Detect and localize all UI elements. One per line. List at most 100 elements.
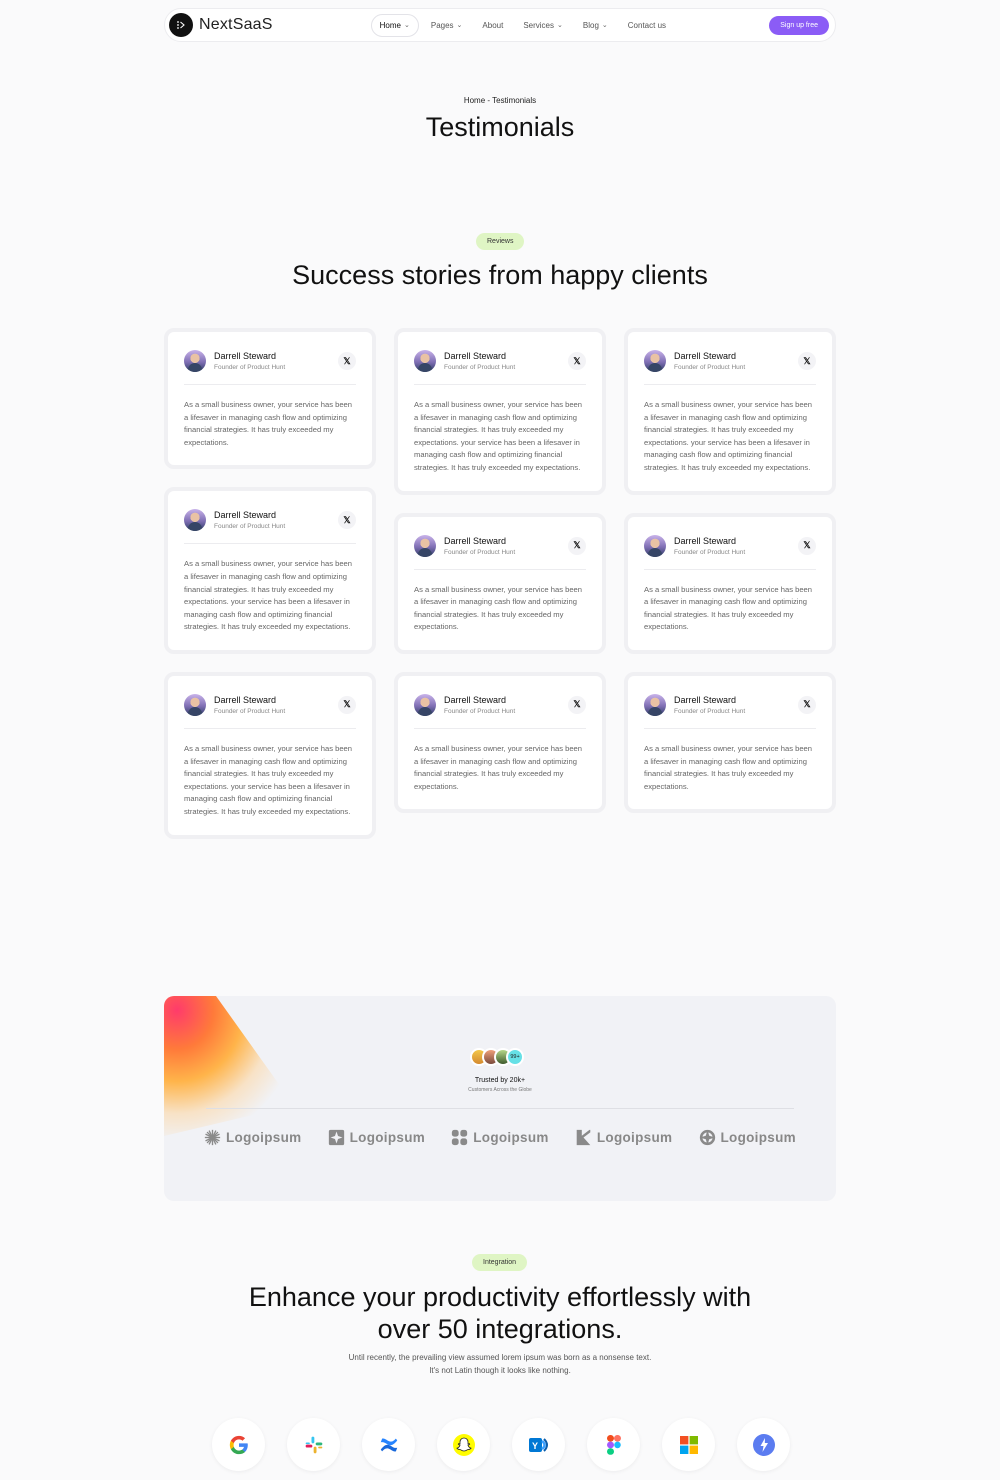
confluence-icon[interactable]	[362, 1418, 415, 1471]
brand-logo[interactable]: NextSaaS	[169, 13, 273, 37]
avatar	[644, 350, 666, 372]
reviews-badge: Reviews	[476, 233, 525, 250]
chevron-down-icon: ⌄	[456, 22, 463, 29]
trusted-title: Trusted by 20k+	[474, 1077, 526, 1084]
x-icon[interactable]: 𝕏	[798, 695, 816, 714]
testimonial-card: Darrell Steward Founder of Product Hunt …	[164, 671, 376, 839]
testimonial-text: As a small business owner, your service …	[184, 559, 352, 632]
nav-item-label: About	[482, 20, 504, 30]
yammer-icon[interactable]: Y	[512, 1418, 565, 1471]
card-header: Darrell Steward Founder of Product Hunt …	[184, 509, 356, 545]
reviewer-info: Darrell Steward Founder of Product Hunt	[214, 695, 330, 715]
snapchat-icon[interactable]	[437, 1418, 490, 1471]
testimonial-text: As a small business owner, your service …	[184, 743, 352, 816]
testimonial-text: As a small business owner, your service …	[184, 400, 352, 447]
customer-avatars: 99+	[470, 1048, 524, 1066]
testimonial-card: Darrell Steward Founder of Product Hunt …	[624, 671, 836, 814]
reviewer-info: Darrell Steward Founder of Product Hunt	[674, 695, 790, 715]
testimonial-card: Darrell Steward Founder of Product Hunt …	[624, 512, 836, 654]
sign-up-button[interactable]: Sign up free	[769, 15, 829, 35]
card-header: Darrell Steward Founder of Product Hunt …	[644, 350, 816, 385]
google-icon[interactable]	[212, 1418, 265, 1471]
nav-item-label: Contact us	[627, 20, 667, 30]
integration-title: Enhance your productivity effortlessly w…	[0, 1281, 1000, 1345]
reviewer-name: Darrell Steward	[444, 694, 507, 705]
reviewer-role: Founder of Product Hunt	[444, 548, 516, 556]
nav-item-home[interactable]: Home ⌄	[370, 13, 419, 37]
partner-logo-label: Logoipsum	[596, 1130, 673, 1145]
chevron-down-icon: ⌄	[557, 22, 563, 29]
avatar	[414, 534, 436, 557]
reviewer-info: Darrell Steward Founder of Product Hunt	[214, 351, 330, 371]
testimonial-card: Darrell Steward Founder of Product Hunt …	[394, 328, 606, 495]
slack-icon[interactable]	[287, 1418, 340, 1471]
reviewer-role: Founder of Product Hunt	[674, 707, 746, 715]
microsoft-icon[interactable]	[662, 1418, 715, 1471]
integration-subtitle-line-1: Until recently, the prevailing view assu…	[348, 1353, 652, 1362]
reviews-column-2: Darrell Steward Founder of Product Hunt …	[394, 328, 606, 814]
reviewer-role: Founder of Product Hunt	[214, 523, 286, 531]
breadcrumb: Home - Testimonials	[463, 96, 537, 105]
nav-item-blog[interactable]: Blog ⌄	[575, 15, 616, 36]
card-header: Darrell Steward Founder of Product Hunt …	[184, 350, 356, 385]
svg-text:Y: Y	[532, 1441, 538, 1451]
chevron-down-icon: ⌄	[403, 22, 410, 29]
avatar	[184, 350, 206, 372]
avatar	[184, 693, 206, 716]
top-navbar: NextSaaS Home ⌄ Pages ⌄ About Services ⌄ Bl…	[164, 8, 836, 42]
gradient-decoration	[164, 996, 294, 1136]
reviewer-name: Darrell Steward	[214, 510, 277, 521]
ftp-icon[interactable]	[737, 1418, 790, 1471]
nav-item-about[interactable]: About	[474, 15, 511, 36]
x-icon[interactable]: 𝕏	[338, 695, 356, 714]
partner-logo-2: Logoipsum	[328, 1129, 425, 1146]
testimonial-card: Darrell Steward Founder of Product Hunt …	[164, 487, 376, 654]
testimonial-card: Darrell Steward Founder of Product Hunt …	[624, 328, 836, 495]
integration-title-line-1: Enhance your productivity effortlessly w…	[248, 1282, 752, 1312]
reviews-column-3: Darrell Steward Founder of Product Hunt …	[624, 328, 836, 814]
reviewer-role: Founder of Product Hunt	[214, 707, 286, 715]
avatar	[184, 509, 206, 532]
reviewer-name: Darrell Steward	[214, 694, 277, 705]
avatar	[644, 534, 666, 557]
partner-logo-label: Logoipsum	[473, 1130, 549, 1145]
partner-logo-label: Logoipsum	[349, 1130, 426, 1145]
nav-item-pages[interactable]: Pages ⌄	[423, 15, 471, 36]
testimonial-text: As a small business owner, your service …	[644, 584, 812, 632]
reviewer-name: Darrell Steward	[214, 351, 277, 361]
avatar	[644, 693, 666, 716]
x-icon[interactable]: 𝕏	[568, 352, 586, 370]
reviewer-info: Darrell Steward Founder of Product Hunt	[214, 510, 330, 530]
x-icon[interactable]: 𝕏	[338, 352, 356, 370]
nav-item-services[interactable]: Services ⌄	[515, 15, 571, 36]
partner-logo-4: Logoipsum	[575, 1129, 672, 1146]
logo-mark-icon	[169, 13, 193, 37]
nav-item-label: Pages	[430, 20, 454, 30]
reviewer-name: Darrell Steward	[674, 694, 737, 705]
partner-logo-3: Logoipsum	[451, 1129, 548, 1146]
x-icon[interactable]: 𝕏	[798, 536, 816, 555]
x-icon[interactable]: 𝕏	[568, 695, 586, 714]
x-icon[interactable]: 𝕏	[568, 536, 586, 555]
reviewer-info: Darrell Steward Founder of Product Hunt	[444, 536, 560, 556]
nav-item-contact[interactable]: Contact us	[620, 15, 674, 36]
reviewer-role: Founder of Product Hunt	[674, 548, 746, 556]
testimonial-card: Darrell Steward Founder of Product Hunt …	[394, 512, 606, 654]
card-header: Darrell Steward Founder of Product Hunt …	[644, 693, 816, 729]
x-icon[interactable]: 𝕏	[798, 352, 816, 370]
card-header: Darrell Steward Founder of Product Hunt …	[414, 350, 586, 385]
reviews-title: Success stories from happy clients	[292, 260, 708, 290]
testimonial-card: Darrell Steward Founder of Product Hunt …	[394, 671, 606, 814]
x-icon[interactable]: 𝕏	[338, 511, 356, 530]
integration-badge: Integration	[472, 1254, 528, 1271]
integration-icons: Y	[212, 1418, 790, 1471]
reviewer-role: Founder of Product Hunt	[444, 707, 516, 715]
reviewer-role: Founder of Product Hunt	[444, 364, 516, 371]
nav-item-label: Blog	[582, 20, 599, 30]
main-menu: Home ⌄ Pages ⌄ About Services ⌄ Blog ⌄ Conta…	[370, 13, 674, 37]
figma-icon[interactable]	[587, 1418, 640, 1471]
divider	[206, 1108, 794, 1109]
clover-logo-icon	[452, 1129, 468, 1146]
card-header: Darrell Steward Founder of Product Hunt …	[184, 693, 356, 729]
k-shape-logo-icon	[576, 1129, 591, 1146]
